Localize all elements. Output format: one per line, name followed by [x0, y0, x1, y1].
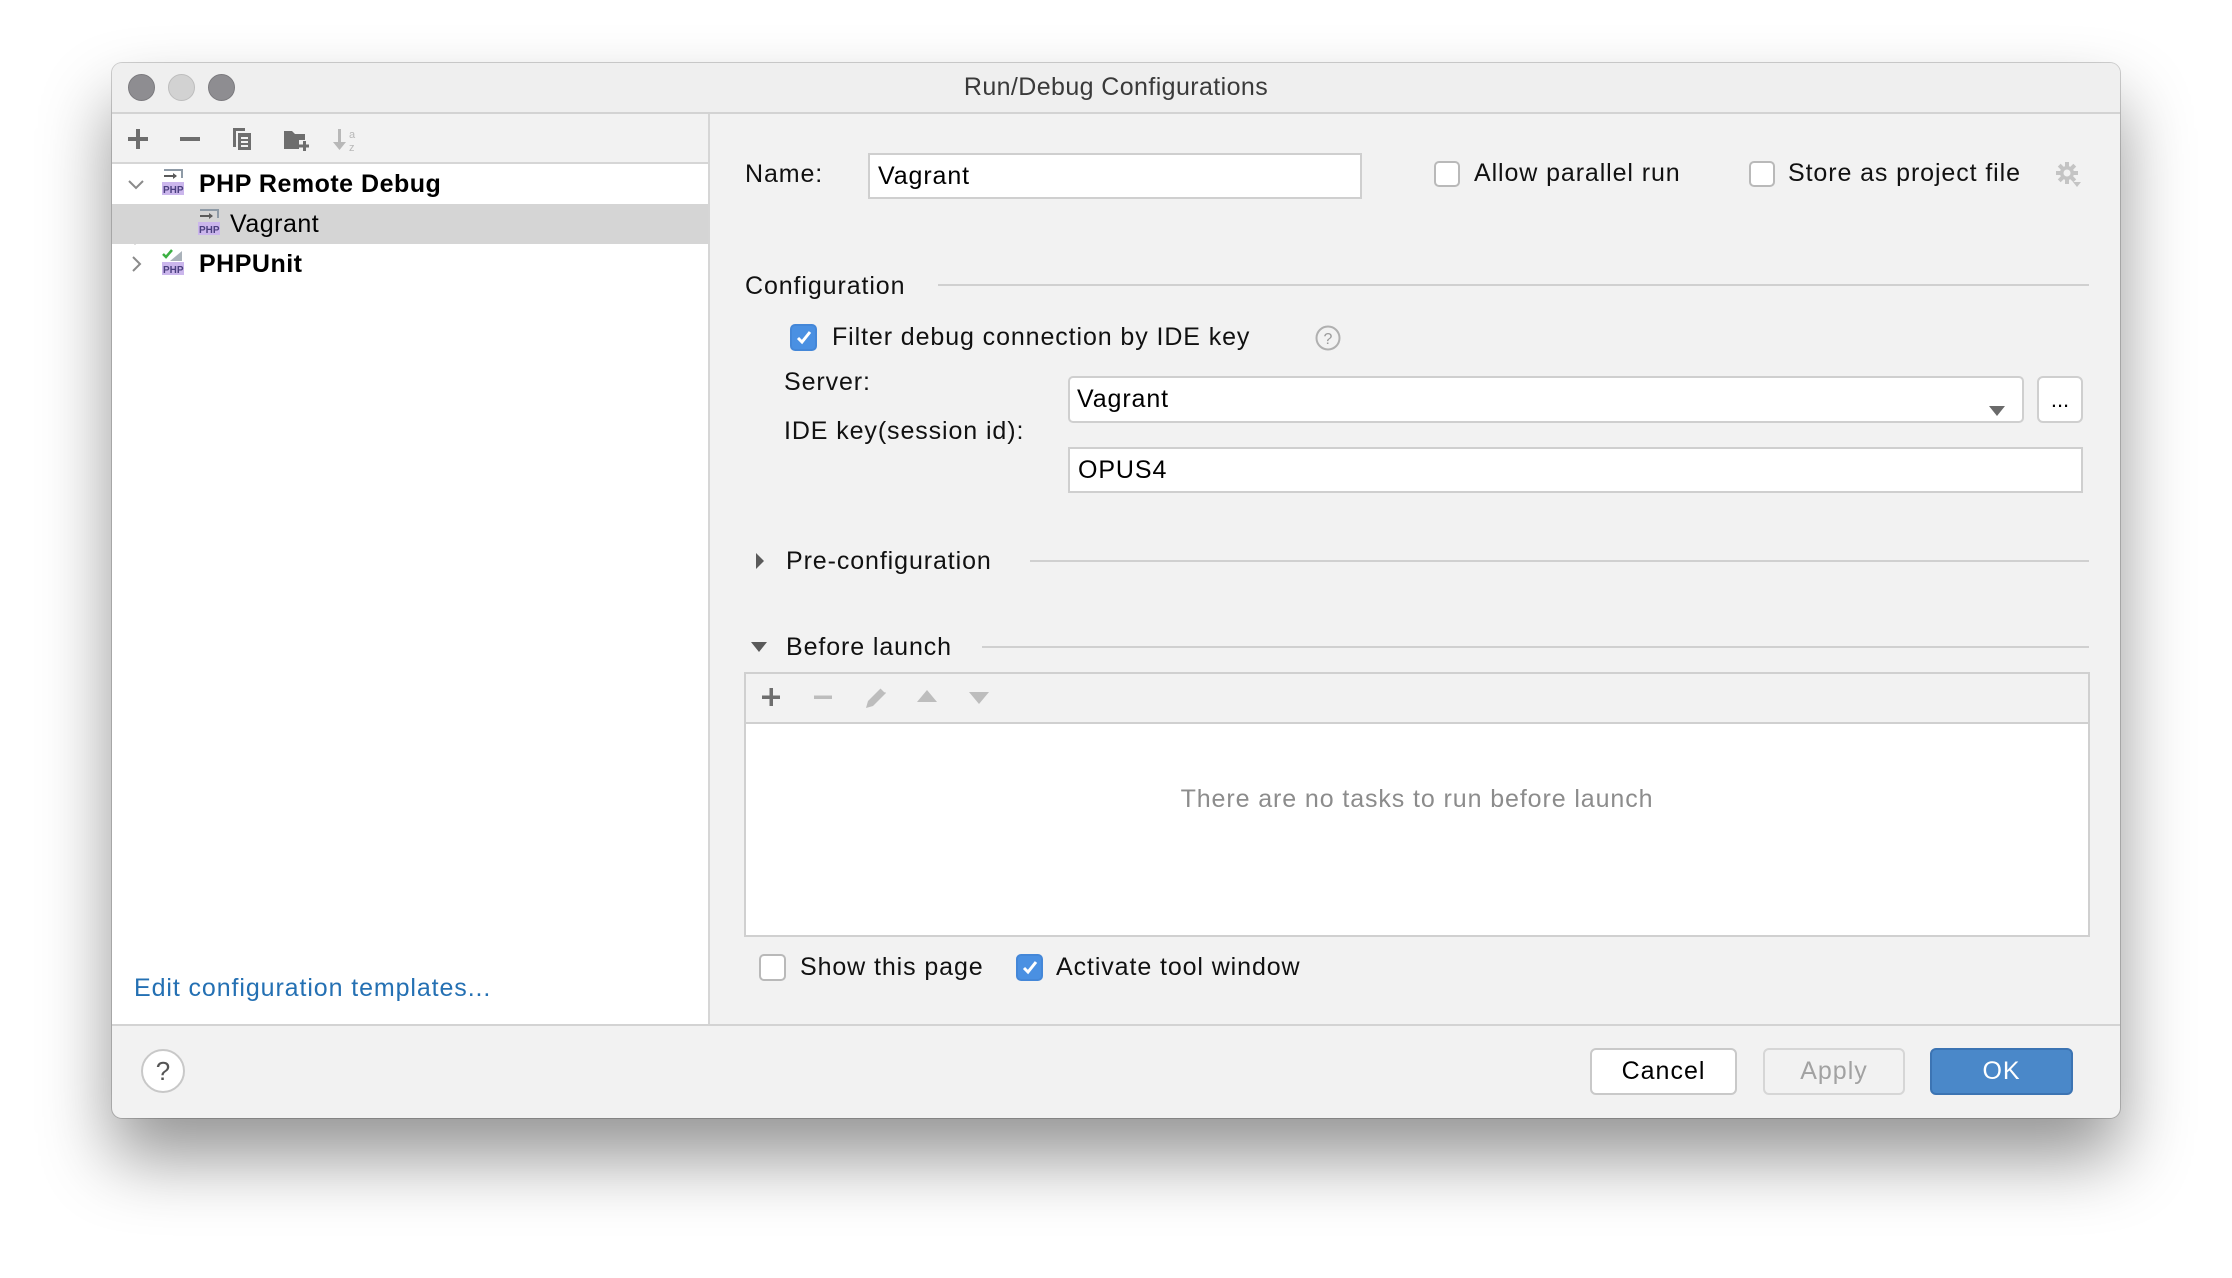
- name-label: Name:: [745, 160, 824, 188]
- server-combobox-value: Vagrant: [1077, 385, 1170, 413]
- pre-configuration-header[interactable]: Pre-configuration: [786, 547, 992, 576]
- edit-configuration-templates-link[interactable]: Edit configuration templates...: [134, 974, 491, 1003]
- show-this-page-checkbox[interactable]: [759, 954, 786, 981]
- configurations-sidebar: az PHP PHP Remote Debug PHP Vagrant PHP …: [112, 114, 710, 1025]
- filter-by-ide-key-checkbox[interactable]: [790, 324, 817, 351]
- svg-text:PHP: PHP: [163, 185, 184, 195]
- copy-icon[interactable]: [229, 126, 255, 152]
- ok-button[interactable]: OK: [1930, 1048, 2073, 1095]
- configuration-separator: [938, 284, 2089, 286]
- title-bar: Run/Debug Configurations: [112, 63, 2120, 114]
- collapse-triangle-down-icon[interactable]: [750, 640, 768, 658]
- tree-item-label: PHP Remote Debug: [199, 170, 442, 198]
- edit-task-pencil-icon[interactable]: [863, 684, 889, 715]
- before-launch-header[interactable]: Before launch: [786, 633, 952, 662]
- pre-configuration-separator: [1030, 560, 2089, 562]
- move-task-down-icon[interactable]: [967, 690, 991, 711]
- server-combobox[interactable]: Vagrant: [1068, 376, 2024, 423]
- chevron-down-icon: [1988, 395, 2006, 424]
- chevron-down-icon[interactable]: [126, 172, 146, 196]
- help-button[interactable]: ?: [141, 1049, 185, 1093]
- before-launch-toolbar: [746, 674, 2088, 724]
- phpunit-icon: PHP: [162, 249, 184, 276]
- add-task-icon[interactable]: [760, 686, 782, 713]
- tree-item-php-remote-debug[interactable]: PHP PHP Remote Debug: [112, 164, 708, 204]
- ide-key-input-value: OPUS4: [1078, 455, 1168, 484]
- show-this-page-label: Show this page: [800, 953, 984, 981]
- window-title: Run/Debug Configurations: [963, 73, 1269, 101]
- tree-item-phpunit[interactable]: PHP PHPUnit: [112, 244, 708, 284]
- tree-item-label: Vagrant: [230, 210, 320, 238]
- server-label: Server:: [784, 368, 871, 396]
- before-launch-task-list: There are no tasks to run before launch: [744, 672, 2090, 937]
- svg-text:z: z: [349, 142, 355, 154]
- gear-icon[interactable]: [2056, 162, 2081, 187]
- svg-text:PHP: PHP: [163, 265, 184, 275]
- add-icon[interactable]: [125, 126, 151, 152]
- tree-item-vagrant[interactable]: PHP Vagrant: [112, 204, 708, 244]
- name-input-value: Vagrant: [878, 161, 971, 190]
- expand-triangle-right-icon[interactable]: [754, 552, 766, 575]
- php-remote-debug-icon: PHP: [198, 209, 220, 236]
- allow-parallel-run-checkbox[interactable]: [1434, 161, 1460, 187]
- server-browse-button[interactable]: ...: [2037, 376, 2083, 423]
- configuration-section-header: Configuration: [745, 272, 906, 300]
- allow-parallel-run-label: Allow parallel run: [1474, 159, 1681, 187]
- run-debug-configurations-dialog: Run/Debug Configurations az PHP PHP Remo…: [112, 63, 2120, 1118]
- new-folder-icon[interactable]: [282, 126, 309, 152]
- store-as-project-file-checkbox[interactable]: [1749, 161, 1775, 187]
- move-task-up-icon[interactable]: [915, 688, 939, 709]
- help-icon[interactable]: ?: [1315, 325, 1341, 351]
- remove-icon[interactable]: [177, 126, 203, 152]
- activate-tool-window-checkbox[interactable]: [1016, 954, 1043, 981]
- cancel-button[interactable]: Cancel: [1590, 1048, 1737, 1095]
- ide-key-label: IDE key(session id):: [784, 417, 1025, 445]
- activate-tool-window-label: Activate tool window: [1056, 953, 1301, 981]
- store-as-project-file-label: Store as project file: [1788, 159, 2021, 187]
- sort-alpha-icon[interactable]: az: [332, 126, 358, 154]
- svg-text:PHP: PHP: [199, 225, 220, 235]
- svg-text:?: ?: [1324, 331, 1333, 348]
- svg-text:a: a: [349, 129, 356, 141]
- filter-by-ide-key-label: Filter debug connection by IDE key: [832, 323, 1251, 351]
- tree-item-label: PHPUnit: [199, 250, 303, 278]
- apply-button[interactable]: Apply: [1763, 1048, 1905, 1095]
- remove-task-icon[interactable]: [812, 686, 834, 713]
- sidebar-toolbar: az: [112, 114, 708, 164]
- ide-key-input[interactable]: OPUS4: [1068, 447, 2083, 493]
- chevron-right-icon[interactable]: [126, 252, 146, 276]
- before-launch-separator: [982, 646, 2089, 648]
- footer-separator: [112, 1024, 2120, 1026]
- php-remote-debug-icon: PHP: [162, 169, 184, 196]
- name-input[interactable]: Vagrant: [868, 153, 1362, 199]
- before-launch-empty-text: There are no tasks to run before launch: [1180, 785, 1654, 813]
